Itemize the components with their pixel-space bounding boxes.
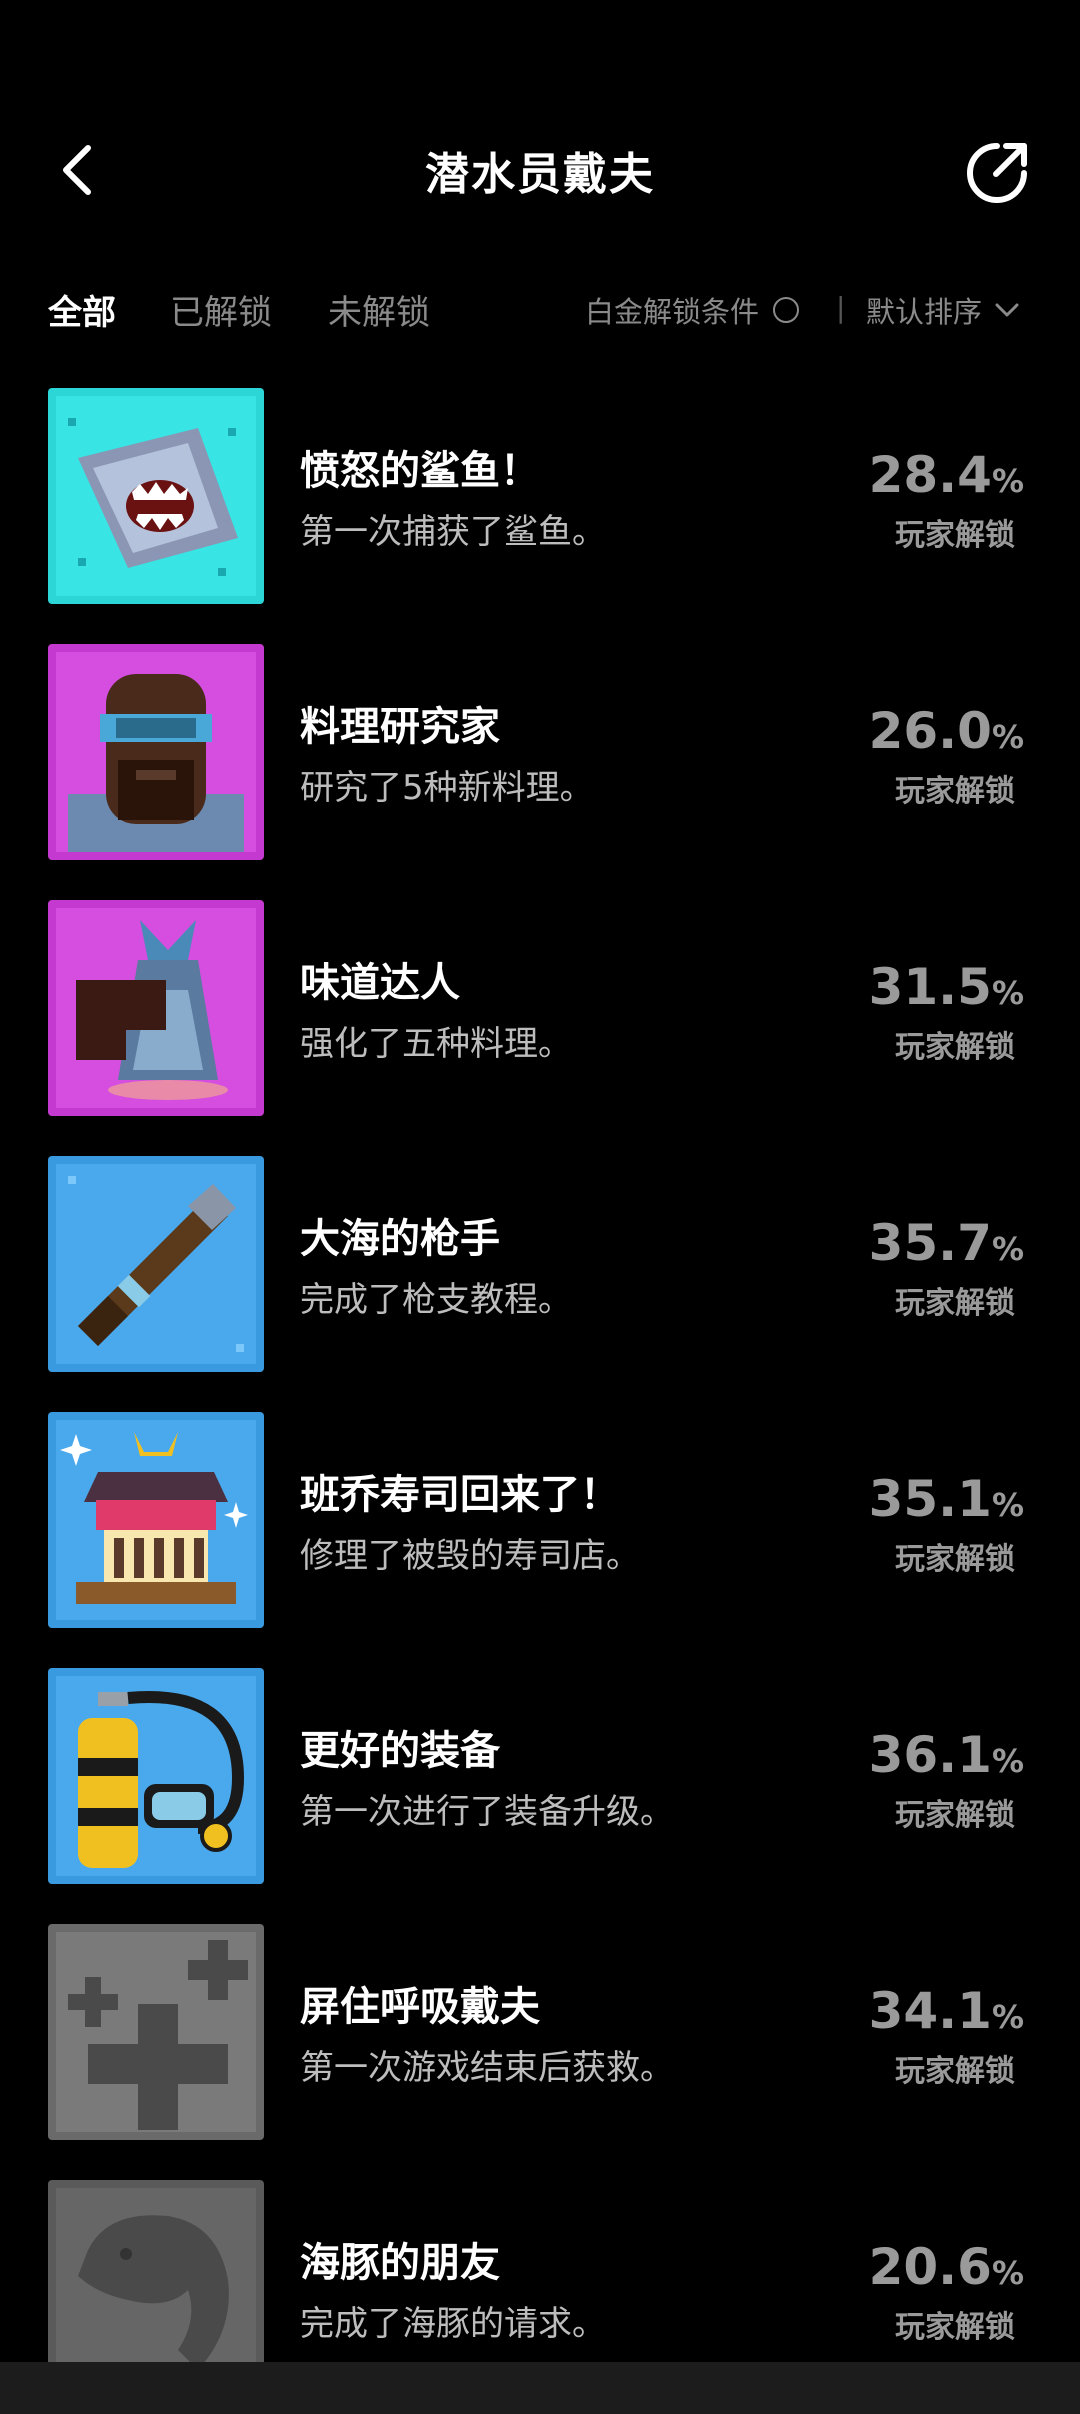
achievement-description: 第一次游戏结束后获救。 xyxy=(300,2048,674,2088)
tab-all[interactable]: 全部 xyxy=(48,285,116,334)
chevron-down-icon xyxy=(995,303,1019,317)
achievement-description: 完成了海豚的请求。 xyxy=(300,2304,606,2344)
page-title: 潜水员戴夫 xyxy=(425,149,655,200)
unlock-label: 玩家解锁 xyxy=(895,1286,1015,1321)
achievement-description: 修理了被毁的寿司店。 xyxy=(300,1536,640,1576)
unlock-percentage: 26.0% xyxy=(868,702,1024,760)
achievement-description: 第一次捕获了鲨鱼。 xyxy=(300,512,606,552)
unlock-percentage: 36.1% xyxy=(868,1726,1024,1784)
platinum-filter-label: 白金解锁条件 xyxy=(585,295,760,329)
unlock-label: 玩家解锁 xyxy=(895,2310,1015,2345)
sort-label: 默认排序 xyxy=(866,295,983,329)
achievement-title: 大海的枪手 xyxy=(300,1216,500,1262)
unlock-percentage: 20.6% xyxy=(868,2238,1024,2296)
achievement-item[interactable]: 班乔寿司回来了！ 修理了被毁的寿司店。 35.1% 玩家解锁 xyxy=(0,1412,1080,1628)
share-button[interactable] xyxy=(962,138,1032,208)
achievement-item[interactable]: 更好的装备 第一次进行了装备升级。 36.1% 玩家解锁 xyxy=(0,1668,1080,1884)
unlock-label: 玩家解锁 xyxy=(895,1798,1015,1833)
achievement-title: 班乔寿司回来了！ xyxy=(300,1472,620,1518)
achievement-item[interactable]: 味道达人 强化了五种料理。 31.5% 玩家解锁 xyxy=(0,900,1080,1116)
radio-circle-icon xyxy=(773,297,800,323)
bottom-navigation-bar xyxy=(0,2362,1080,2414)
achievement-item[interactable]: 料理研究家 研究了5种新料理。 26.0% 玩家解锁 xyxy=(0,644,1080,860)
platinum-filter-toggle[interactable]: 白金解锁条件 xyxy=(585,289,800,331)
filter-tabs: 全部 已解锁 未解锁 白金解锁条件 | 默认排序 xyxy=(0,285,1080,345)
unlock-label: 玩家解锁 xyxy=(895,518,1015,553)
achievement-title: 海豚的朋友 xyxy=(300,2240,500,2286)
tab-unlocked[interactable]: 已解锁 xyxy=(170,285,272,334)
shark-icon xyxy=(48,388,264,604)
achievement-description: 研究了5种新料理。 xyxy=(300,768,594,808)
achievement-item[interactable]: 大海的枪手 完成了枪支教程。 35.7% 玩家解锁 xyxy=(0,1156,1080,1372)
unlock-percentage: 35.7% xyxy=(868,1214,1024,1272)
achievement-title: 料理研究家 xyxy=(300,704,500,750)
unlock-percentage: 34.1% xyxy=(868,1982,1024,2040)
sort-dropdown[interactable]: 默认排序 xyxy=(866,289,1022,331)
achievement-description: 完成了枪支教程。 xyxy=(300,1280,572,1320)
achievement-title: 愤怒的鲨鱼！ xyxy=(300,448,540,494)
unlock-percentage: 28.4% xyxy=(868,446,1024,504)
unlock-label: 玩家解锁 xyxy=(895,774,1015,809)
achievement-description: 第一次进行了装备升级。 xyxy=(300,1792,674,1832)
achievement-item[interactable]: 屏住呼吸戴夫 第一次游戏结束后获救。 34.1% 玩家解锁 xyxy=(0,1924,1080,2140)
chef-diver-icon xyxy=(48,644,264,860)
unlock-label: 玩家解锁 xyxy=(895,1030,1015,1065)
achievement-title: 更好的装备 xyxy=(300,1728,500,1774)
medical-cross-icon xyxy=(48,1924,264,2140)
achievement-title: 屏住呼吸戴夫 xyxy=(300,1984,540,2030)
achievement-item[interactable]: 愤怒的鲨鱼！ 第一次捕获了鲨鱼。 28.4% 玩家解锁 xyxy=(0,388,1080,604)
scuba-tank-icon xyxy=(48,1668,264,1884)
tab-locked[interactable]: 未解锁 xyxy=(328,285,430,334)
achievement-description: 强化了五种料理。 xyxy=(300,1024,572,1064)
unlock-percentage: 35.1% xyxy=(868,1470,1024,1528)
filter-divider: | xyxy=(836,291,846,324)
harpoon-gun-icon xyxy=(48,1156,264,1372)
unlock-percentage: 31.5% xyxy=(868,958,1024,1016)
fish-dish-icon xyxy=(48,900,264,1116)
share-icon xyxy=(967,143,1027,203)
header: 潜水员戴夫 xyxy=(0,0,1080,250)
achievement-title: 味道达人 xyxy=(300,960,460,1006)
sushi-shop-icon xyxy=(48,1412,264,1628)
unlock-label: 玩家解锁 xyxy=(895,2054,1015,2089)
unlock-label: 玩家解锁 xyxy=(895,1542,1015,1577)
